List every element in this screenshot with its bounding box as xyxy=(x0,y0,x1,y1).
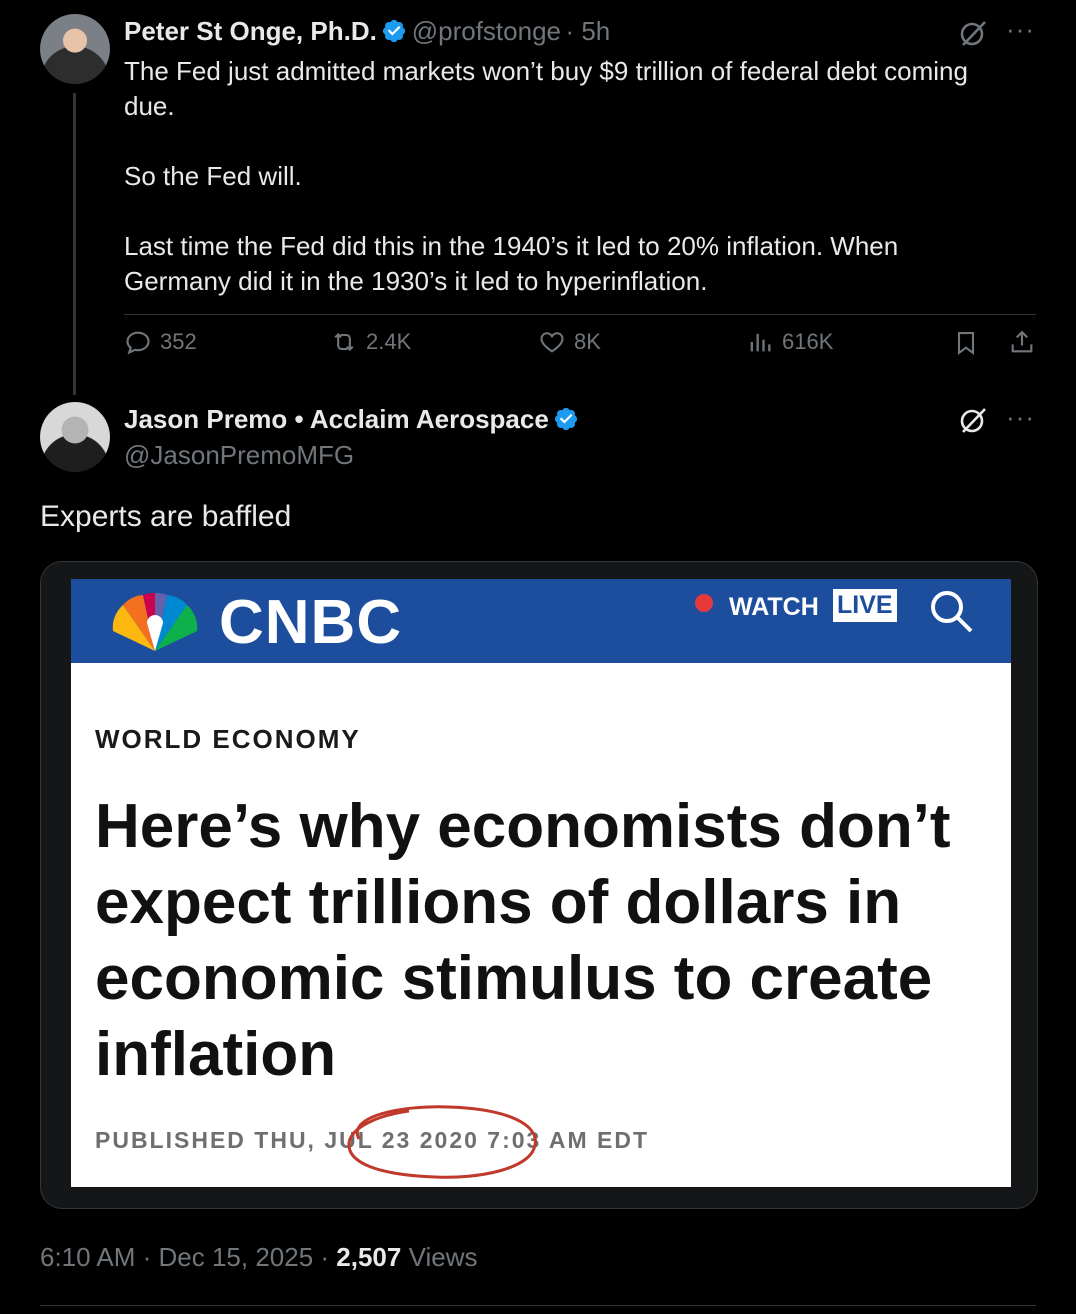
tweet-text: The Fed just admitted markets won’t buy … xyxy=(124,54,1044,299)
verified-icon xyxy=(555,407,578,431)
tweet-text-line: Last time the Fed did this in the 1940’s… xyxy=(124,231,899,261)
views-button[interactable]: 616K xyxy=(746,328,833,356)
article-headline: Here’s why economists don’t expect trill… xyxy=(95,792,951,1089)
cnbc-logo: CNBC xyxy=(219,588,403,657)
cnbc-screenshot: CNBC WATCH LIVE WORLD ECONOMY Here’s why… xyxy=(71,579,1011,1187)
author-handle[interactable]: @profstonge xyxy=(412,16,561,46)
view-count: 2,507 xyxy=(336,1242,402,1272)
tweet-header: Jason Premo • Acclaim Aerospace xyxy=(124,404,579,435)
reply-icon xyxy=(126,331,150,355)
author-handle[interactable]: @JasonPremoMFG xyxy=(124,440,354,471)
tweet-text-line: Germany did it in the 1930’s it led to h… xyxy=(124,266,708,296)
time-ago[interactable]: · 5h xyxy=(565,16,610,46)
divider xyxy=(40,1305,1036,1306)
views-count: 616K xyxy=(782,329,834,354)
timestamp[interactable]: 6:10 AM · Dec 15, 2025 · xyxy=(40,1242,336,1272)
reply-count: 352 xyxy=(160,329,197,354)
repost-count: 2.4K xyxy=(366,329,412,354)
tweet-header: Peter St Onge, Ph.D. @profstonge · 5h xyxy=(124,16,610,47)
like-icon xyxy=(540,332,564,353)
tweet-text-line: due. xyxy=(124,91,175,121)
more-icon[interactable]: ··· xyxy=(1006,14,1035,45)
author-name[interactable]: Jason Premo • Acclaim Aerospace xyxy=(124,404,549,434)
live-label: LIVE xyxy=(833,589,897,622)
tweet-meta: 6:10 AM · Dec 15, 2025 · 2,507 Views xyxy=(40,1242,477,1273)
avatar[interactable] xyxy=(40,14,110,84)
media-card[interactable]: CNBC WATCH LIVE WORLD ECONOMY Here’s why… xyxy=(40,561,1038,1209)
bookmark-icon[interactable] xyxy=(952,329,980,357)
views-label: Views xyxy=(401,1242,478,1272)
like-count: 8K xyxy=(574,329,601,354)
reply-button[interactable]: 352 xyxy=(124,328,197,356)
tweet-text-line: The Fed just admitted markets won’t buy … xyxy=(124,56,968,86)
divider xyxy=(124,314,1036,315)
tweet-text-line: So the Fed will. xyxy=(124,161,302,191)
like-button[interactable]: 8K xyxy=(538,328,601,356)
grok-icon[interactable] xyxy=(958,18,988,48)
tweet-text: Experts are baffled xyxy=(40,500,292,533)
more-icon[interactable]: ··· xyxy=(1006,402,1035,433)
section-kicker: WORLD ECONOMY xyxy=(95,724,361,754)
grok-icon[interactable] xyxy=(958,405,988,435)
repost-button[interactable]: 2.4K xyxy=(330,328,411,356)
published-prefix: PUBLISHED THU, xyxy=(95,1127,325,1153)
verified-icon xyxy=(383,19,406,43)
red-circle-annotation xyxy=(347,1105,537,1179)
thread-line xyxy=(73,93,76,395)
cnbc-header: CNBC WATCH LIVE xyxy=(71,579,1011,663)
repost-icon xyxy=(334,332,354,352)
peacock-icon xyxy=(112,592,198,651)
author-name[interactable]: Peter St Onge, Ph.D. xyxy=(124,16,377,46)
avatar[interactable] xyxy=(40,402,110,472)
search-icon xyxy=(931,591,973,633)
watch-label: WATCH xyxy=(729,593,819,621)
share-icon[interactable] xyxy=(1008,328,1036,356)
live-dot xyxy=(695,594,713,612)
views-icon xyxy=(750,333,771,352)
